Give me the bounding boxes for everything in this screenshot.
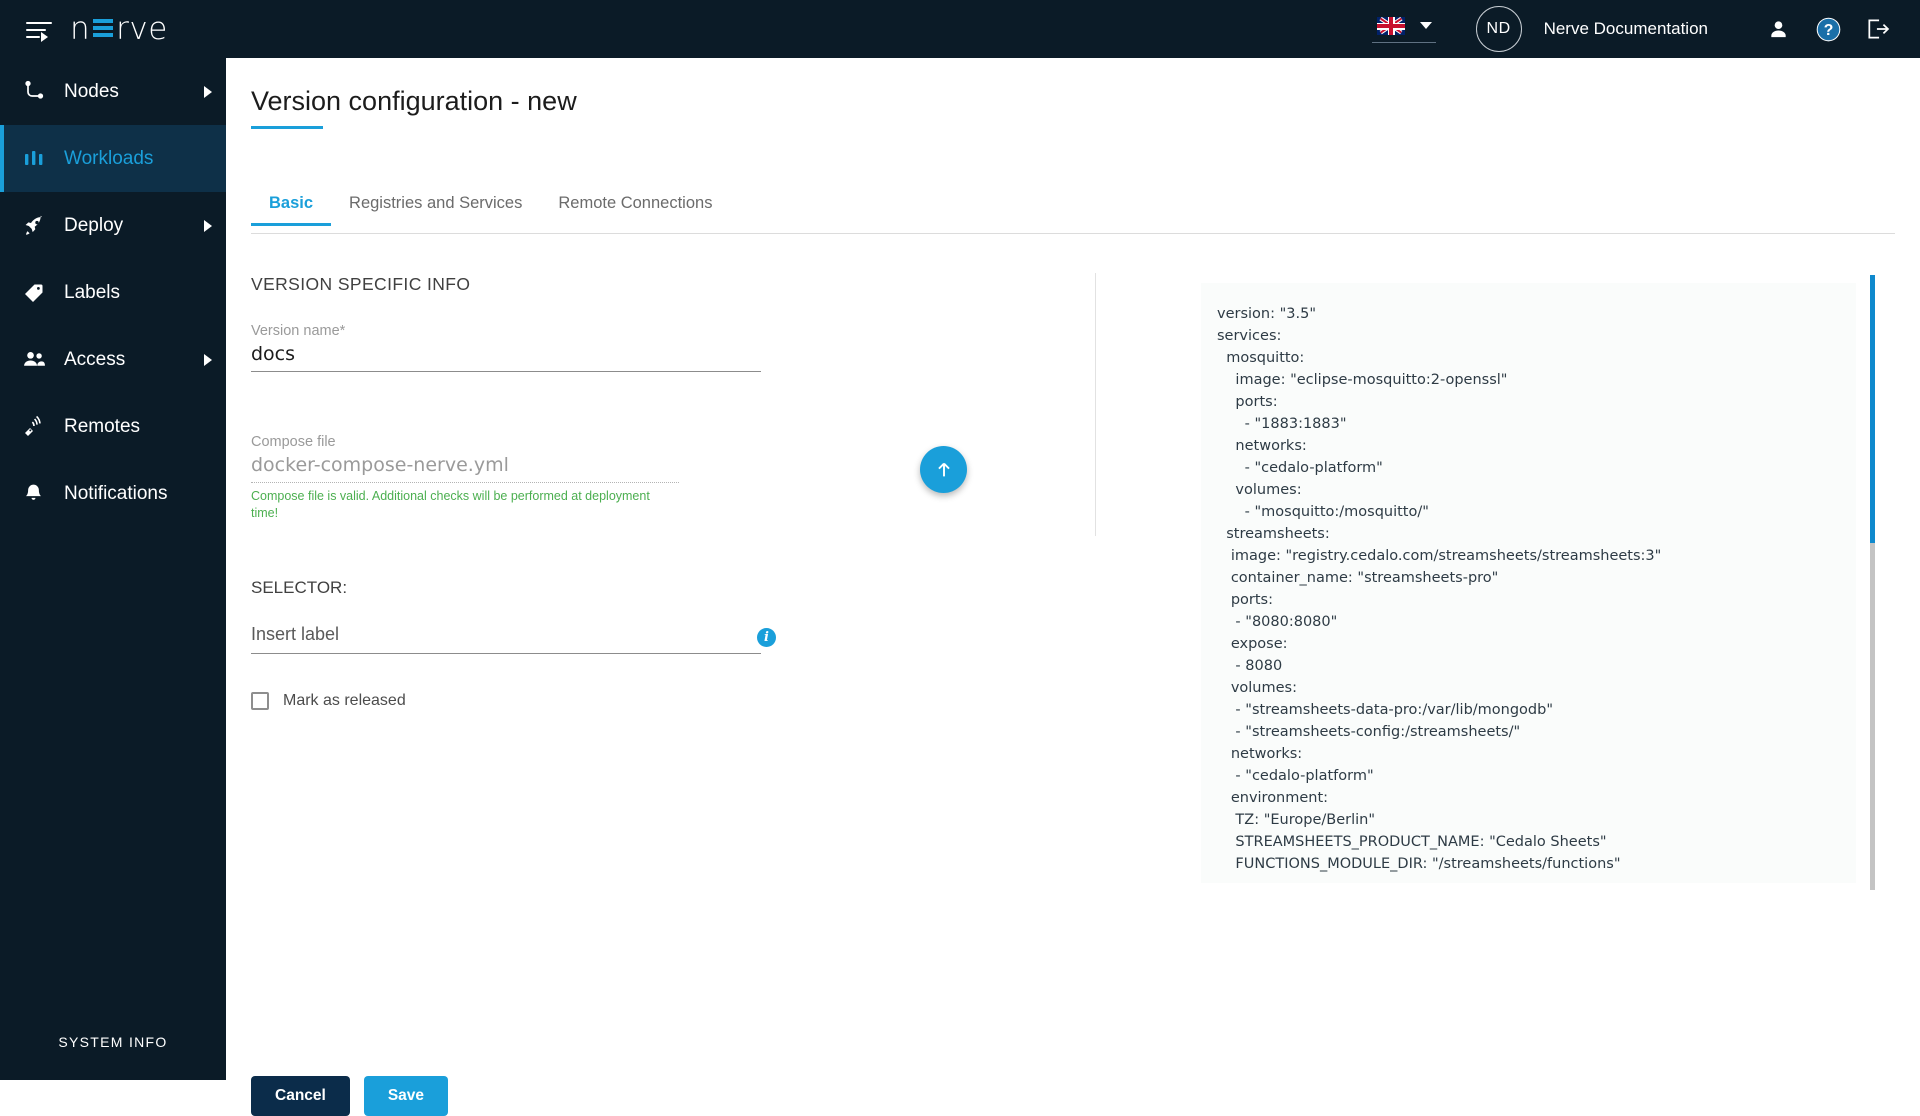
selector-label-input[interactable]: Insert label i xyxy=(251,624,776,654)
title-accent-underline xyxy=(251,126,323,129)
info-icon[interactable]: i xyxy=(757,628,776,647)
compose-validation-message: Compose file is valid. Additional checks… xyxy=(251,489,650,520)
bell-icon xyxy=(22,482,56,505)
version-name-label: Version name* xyxy=(251,323,346,339)
svg-text:?: ? xyxy=(1823,22,1833,39)
compose-yaml-content: version: "3.5" services: mosquitto: imag… xyxy=(1217,306,1662,872)
checkbox-label: Mark as released xyxy=(283,692,406,709)
person-icon[interactable] xyxy=(1756,7,1800,51)
sidebar-item-access[interactable]: Access xyxy=(0,326,226,393)
nerve-logo[interactable]: n rve xyxy=(70,11,168,47)
system-info-link[interactable]: SYSTEM INFO xyxy=(0,1034,226,1050)
sidebar-item-label: Nodes xyxy=(64,80,119,102)
rocket-icon xyxy=(22,214,56,238)
username-label: Nerve Documentation xyxy=(1543,19,1708,38)
selector-placeholder: Insert label xyxy=(251,624,340,644)
chevron-down-icon xyxy=(1419,22,1432,29)
yaml-scrollbar-thumb[interactable] xyxy=(1870,275,1875,543)
yaml-scrollbar-track[interactable] xyxy=(1870,275,1875,890)
hamburger-menu-icon[interactable] xyxy=(26,19,52,42)
hamburger-collapse-arrow-icon xyxy=(41,32,48,42)
upload-compose-file-button[interactable] xyxy=(920,446,967,493)
upload-arrow-up-icon xyxy=(937,462,950,476)
sidebar-item-workloads[interactable]: Workloads xyxy=(0,125,226,192)
remote-icon xyxy=(22,415,56,439)
sidebar-navigation: Nodes Workloads Deploy Labels Access Rem… xyxy=(0,58,226,1080)
tab-registries-and-services[interactable]: Registries and Services xyxy=(331,194,540,225)
uk-flag-icon xyxy=(1375,15,1406,36)
cancel-button[interactable]: Cancel xyxy=(251,1076,350,1116)
vertical-divider xyxy=(1095,273,1096,536)
version-name-field[interactable]: Version name* docs xyxy=(251,323,851,372)
compose-file-label: Compose file xyxy=(251,434,336,450)
nodes-icon xyxy=(22,80,56,104)
tab-bar: Basic Registries and Services Remote Con… xyxy=(251,194,1895,234)
tab-remote-connections[interactable]: Remote Connections xyxy=(540,194,730,225)
save-button[interactable]: Save xyxy=(363,1076,449,1116)
sidebar-item-label: Access xyxy=(64,348,126,370)
tab-basic[interactable]: Basic xyxy=(251,194,332,226)
sidebar-item-label: Remotes xyxy=(64,415,141,437)
hamburger-line-2 xyxy=(26,29,46,31)
sidebar-item-label: Labels xyxy=(64,281,120,303)
sidebar-item-nodes[interactable]: Nodes xyxy=(0,58,226,125)
question-mark-icon[interactable]: ? xyxy=(1806,7,1850,51)
sidebar-item-deploy[interactable]: Deploy xyxy=(0,192,226,259)
sidebar-item-notifications[interactable]: Notifications xyxy=(0,460,226,527)
users-icon xyxy=(22,347,56,372)
logo-text-right: rve xyxy=(116,11,168,47)
selector-section: SELECTOR: Insert label i xyxy=(251,578,851,654)
avatar-initials: ND xyxy=(1486,20,1511,37)
sidebar-item-label: Deploy xyxy=(64,214,124,236)
header-right-cluster: ND Nerve Documentation ? xyxy=(1371,0,1920,58)
chevron-right-icon xyxy=(204,219,212,232)
hamburger-line-1 xyxy=(26,22,52,24)
version-name-input[interactable]: docs xyxy=(251,343,761,372)
main-content-area: Version configuration - new Basic Regist… xyxy=(226,58,1920,1116)
hamburger-line-3 xyxy=(26,36,40,38)
chevron-right-icon xyxy=(204,85,212,98)
chevron-right-icon xyxy=(204,353,212,366)
language-selector[interactable] xyxy=(1371,15,1436,43)
version-specific-info-form: VERSION SPECIFIC INFO Version name* docs… xyxy=(251,274,851,532)
compose-file-field[interactable]: Compose file docker-compose-nerve.yml Co… xyxy=(251,434,851,522)
selector-title: SELECTOR: xyxy=(251,578,348,597)
compose-file-input: docker-compose-nerve.yml xyxy=(251,454,679,483)
logout-icon[interactable] xyxy=(1856,7,1900,51)
section-title: VERSION SPECIFIC INFO xyxy=(251,274,471,294)
page-title: Version configuration - new xyxy=(251,86,577,116)
workloads-icon xyxy=(22,147,56,171)
form-action-buttons: Cancel Save xyxy=(251,1076,449,1116)
tag-icon xyxy=(22,281,56,305)
logo-e-bars-icon xyxy=(93,19,114,39)
compose-yaml-preview-panel: version: "3.5" services: mosquitto: imag… xyxy=(1201,275,1875,890)
avatar[interactable]: ND xyxy=(1475,6,1522,52)
sidebar-item-label: Notifications xyxy=(64,482,168,504)
top-header-bar: n rve ND Nerve Documentation ? xyxy=(0,0,1920,58)
checkbox-box[interactable] xyxy=(251,692,269,710)
mark-as-released-checkbox[interactable]: Mark as released xyxy=(251,692,406,710)
logo-text-left: n xyxy=(70,11,91,47)
sidebar-item-labels[interactable]: Labels xyxy=(0,259,226,326)
sidebar-item-remotes[interactable]: Remotes xyxy=(0,393,226,460)
sidebar-item-label: Workloads xyxy=(64,147,154,169)
